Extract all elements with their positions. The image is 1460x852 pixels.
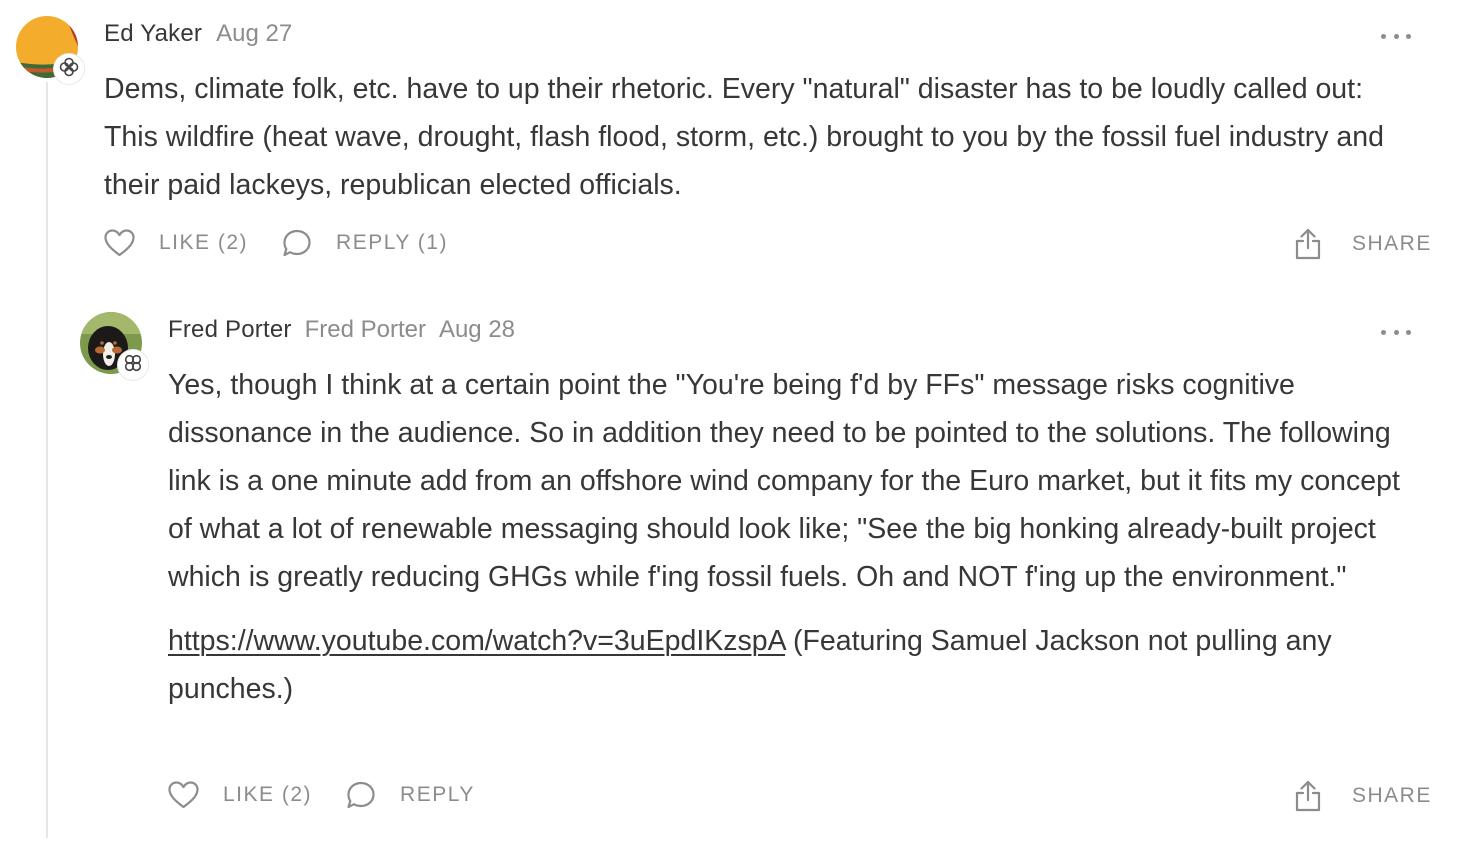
more-options-button[interactable]	[1381, 327, 1411, 337]
comment-date[interactable]: Aug 27	[216, 20, 292, 48]
comment-paragraph: https://www.youtube.com/watch?v=3uEpdIKz…	[168, 617, 1408, 713]
share-label: SHARE	[1352, 784, 1432, 807]
share-button[interactable]: SHARE	[1294, 228, 1432, 260]
comment-body: Yes, though I think at a certain point t…	[168, 361, 1408, 713]
speech-bubble-icon	[346, 780, 388, 810]
author-display-name[interactable]: Fred Porter	[305, 316, 426, 344]
share-upload-icon	[1294, 780, 1337, 812]
comment-date[interactable]: Aug 28	[439, 316, 515, 344]
more-horizontal-icon	[1381, 33, 1386, 39]
like-label: LIKE (2)	[159, 231, 249, 254]
founding-member-badge	[54, 54, 84, 84]
share-label: SHARE	[1352, 232, 1432, 255]
reply-button[interactable]: REPLY	[346, 780, 475, 810]
youtube-link[interactable]: https://www.youtube.com/watch?v=3uEpdIKz…	[168, 625, 785, 657]
comment-header: Ed Yaker Aug 27	[104, 20, 292, 48]
heart-icon	[104, 229, 147, 257]
more-options-button[interactable]	[1381, 31, 1411, 41]
thread-line	[46, 82, 48, 838]
share-button[interactable]: SHARE	[1294, 780, 1432, 812]
comment-text: Dems, climate folk, etc. have to up thei…	[104, 73, 1384, 201]
dot	[1406, 329, 1411, 335]
flower-icon	[59, 57, 79, 82]
like-button[interactable]: LIKE (2)	[168, 781, 312, 809]
heart-icon	[168, 781, 211, 809]
dot	[1393, 329, 1399, 335]
speech-bubble-icon	[282, 228, 324, 258]
share-upload-icon	[1294, 228, 1337, 260]
comment-header: Fred Porter Fred Porter Aug 28	[168, 316, 515, 344]
comment-body: Dems, climate folk, etc. have to up thei…	[104, 65, 1424, 209]
comment-actions: LIKE (2) REPLY (1)	[104, 228, 448, 258]
comment-paragraph: Yes, though I think at a certain point t…	[168, 369, 1400, 593]
reply-label: REPLY	[400, 783, 475, 806]
like-label: LIKE (2)	[223, 783, 313, 806]
more-horizontal-icon	[1381, 329, 1386, 335]
reply-button[interactable]: REPLY (1)	[282, 228, 448, 258]
dot	[1393, 33, 1399, 39]
flower-icon	[123, 353, 143, 378]
founding-member-badge	[118, 350, 148, 380]
author-name[interactable]: Fred Porter	[168, 316, 292, 344]
reply-label: REPLY (1)	[336, 231, 448, 254]
author-name[interactable]: Ed Yaker	[104, 20, 202, 48]
like-button[interactable]: LIKE (2)	[104, 229, 248, 257]
dot	[1406, 33, 1411, 39]
comment-actions: LIKE (2) REPLY	[168, 780, 475, 810]
